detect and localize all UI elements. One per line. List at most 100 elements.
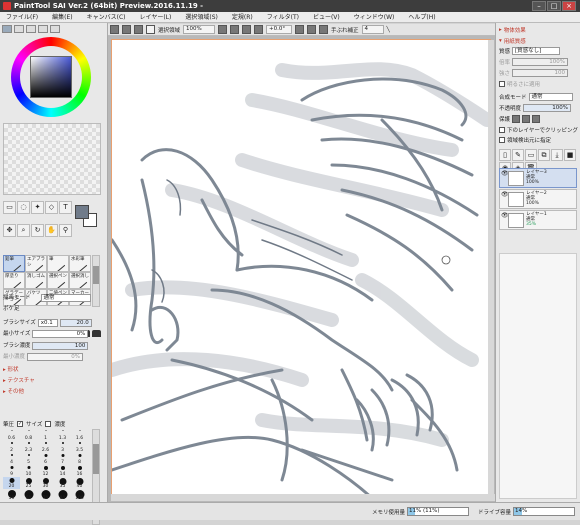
brush-airbrush[interactable]: エアブラシ xyxy=(25,255,47,272)
scale-slider[interactable]: 100% xyxy=(512,58,569,66)
rotate-right-icon[interactable] xyxy=(295,25,305,34)
brush-size-preset[interactable]: 5 xyxy=(20,453,37,465)
strength-slider[interactable]: 100 xyxy=(512,69,569,77)
new-folder-icon[interactable]: ▭ xyxy=(525,149,537,161)
zoom-in-icon[interactable] xyxy=(230,25,240,34)
brush-size-preset[interactable]: 50 xyxy=(3,489,20,501)
menu-help[interactable]: ヘルプ(H) xyxy=(408,12,435,22)
selection-source-checkbox[interactable] xyxy=(499,137,505,143)
visibility-eye-icon[interactable]: 👁 xyxy=(501,171,509,177)
visibility-eye-icon[interactable]: 👁 xyxy=(501,192,509,198)
brush-pencil[interactable]: 鉛筆 xyxy=(3,255,25,272)
rotate-reset-icon[interactable] xyxy=(307,25,317,34)
brush-thick[interactable]: 厚塗り xyxy=(3,272,25,289)
primary-color[interactable] xyxy=(75,205,89,219)
menu-window[interactable]: ウィンドウ(W) xyxy=(354,12,395,22)
angle-select[interactable]: +0.0° xyxy=(266,25,293,34)
next-view-icon[interactable] xyxy=(122,25,131,34)
brush-eraser[interactable]: 消しゴム xyxy=(25,272,47,289)
brush-size-preset[interactable]: 10 xyxy=(20,465,37,477)
layer-item[interactable]: 👁 レイヤー1 通常 35% xyxy=(499,210,577,230)
brush-size-preset[interactable]: 2.6 xyxy=(37,441,54,453)
brush-size-preset[interactable]: 16 xyxy=(71,465,88,477)
brush-size-preset[interactable]: 1.6 xyxy=(71,429,88,441)
brush-size-preset[interactable]: 35 xyxy=(54,477,71,489)
maximize-button[interactable]: □ xyxy=(547,1,561,11)
brush-size-preset[interactable]: 70 xyxy=(37,489,54,501)
brush-size-preset[interactable]: 0.8 xyxy=(20,429,37,441)
brush-select-pen[interactable]: 選択ペン xyxy=(47,272,69,289)
lasso-icon[interactable]: ◌ xyxy=(17,201,30,214)
merge-down-icon[interactable]: ⤓ xyxy=(551,149,563,161)
brush-size-preset[interactable]: 2.3 xyxy=(20,441,37,453)
flip-icon[interactable] xyxy=(319,25,329,34)
brush-size-preset[interactable]: 40 xyxy=(71,477,88,489)
menu-canvas[interactable]: キャンバス(C) xyxy=(87,12,126,22)
rgb-slider-tab[interactable] xyxy=(14,25,24,33)
swatch-tab[interactable] xyxy=(50,25,60,33)
texture-select[interactable]: [質感なし] xyxy=(512,47,561,55)
brush-size-preset[interactable]: 4 xyxy=(3,453,20,465)
move-icon[interactable]: ✥ xyxy=(3,223,16,237)
menu-layer[interactable]: レイヤー(L) xyxy=(140,12,172,22)
blend-mode-select[interactable]: 通常 xyxy=(40,294,91,302)
saturation-value-square[interactable] xyxy=(30,56,72,98)
brush-density-slider[interactable]: 100 xyxy=(32,342,89,350)
layer-item[interactable]: 👁 レイヤー3 通常 100% xyxy=(499,168,577,188)
new-linework-icon[interactable]: ✎ xyxy=(512,149,524,161)
eyedropper-icon[interactable]: ⚲ xyxy=(59,223,72,237)
lock-transparency-icon[interactable] xyxy=(512,115,521,123)
brush-size-preset[interactable]: 12 xyxy=(37,465,54,477)
brush-size-preset[interactable]: 7 xyxy=(54,453,71,465)
menu-view[interactable]: ビュー(V) xyxy=(313,12,340,22)
brush-size-slider[interactable]: 20.0 xyxy=(59,319,92,327)
hand-icon[interactable]: ✋ xyxy=(45,223,58,237)
prev-view-icon[interactable] xyxy=(110,25,119,34)
new-layer-icon[interactable]: ▯ xyxy=(499,149,511,161)
text-icon[interactable]: T xyxy=(59,201,72,214)
other-section[interactable]: ▸ その他 xyxy=(3,387,24,395)
color-wheel-tab[interactable] xyxy=(2,25,12,33)
zoom-reset-icon[interactable] xyxy=(242,25,252,34)
rotate-icon[interactable]: ↻ xyxy=(31,223,44,237)
mask-icon[interactable]: ■ xyxy=(564,149,576,161)
pressure-size-checkbox[interactable]: ✓ xyxy=(17,421,24,427)
brightness-checkbox[interactable] xyxy=(499,81,505,87)
hsv-slider-tab[interactable] xyxy=(26,25,36,33)
brush-size-preset[interactable]: 3 xyxy=(54,441,71,453)
zoom-select[interactable]: 100% xyxy=(183,25,216,34)
straight-line-icon[interactable]: ╲ xyxy=(387,27,390,33)
selection-toggle-icon[interactable] xyxy=(146,25,155,34)
texture-section[interactable]: ▸ テクスチャ xyxy=(3,376,35,384)
menu-edit[interactable]: 編集(E) xyxy=(52,12,72,22)
opacity-slider[interactable]: 100% xyxy=(523,104,572,112)
min-size-slider[interactable]: 0% xyxy=(32,330,89,338)
brush-size-preset[interactable]: 2 xyxy=(3,441,20,453)
brush-size-preset[interactable]: 60 xyxy=(20,489,37,501)
lock-move-icon[interactable] xyxy=(532,115,541,123)
stabilizer-select[interactable]: 4 xyxy=(361,25,384,34)
menu-ruler[interactable]: 定規(R) xyxy=(232,12,253,22)
zoom-out-icon[interactable] xyxy=(218,25,228,34)
size-multiplier[interactable]: x0.1 xyxy=(37,319,58,327)
canvas-hscrollbar[interactable] xyxy=(111,494,495,501)
zoom-icon[interactable]: ⌕ xyxy=(17,223,30,237)
brush-size-preset[interactable]: 9 xyxy=(3,465,20,477)
brush-size-preset[interactable]: 100 xyxy=(71,489,88,501)
brush-size-preset[interactable]: 6 xyxy=(37,453,54,465)
lock-pixels-icon[interactable] xyxy=(522,115,531,123)
canvas-vscrollbar[interactable] xyxy=(488,40,494,494)
brush-select-eraser[interactable]: 選択消し xyxy=(69,272,91,289)
color-swatch-grid[interactable] xyxy=(3,123,101,195)
menu-selection[interactable]: 選択領域(S) xyxy=(185,12,218,22)
visibility-eye-icon[interactable]: 👁 xyxy=(501,213,509,219)
shape-section[interactable]: ▸ 形状 xyxy=(3,365,19,373)
brush-size-preset[interactable]: 80 xyxy=(54,489,71,501)
pressure-density-checkbox[interactable] xyxy=(45,421,52,427)
brush-size-preset[interactable]: 14 xyxy=(54,465,71,477)
brush-size-preset[interactable]: 20 xyxy=(3,477,20,489)
minimize-button[interactable]: – xyxy=(532,1,546,11)
canvas-paper-header[interactable]: ▾ 用紙質感 xyxy=(499,37,578,45)
brush-size-preset[interactable]: 0.6 xyxy=(3,429,20,441)
rect-select-icon[interactable]: ▭ xyxy=(3,201,16,214)
